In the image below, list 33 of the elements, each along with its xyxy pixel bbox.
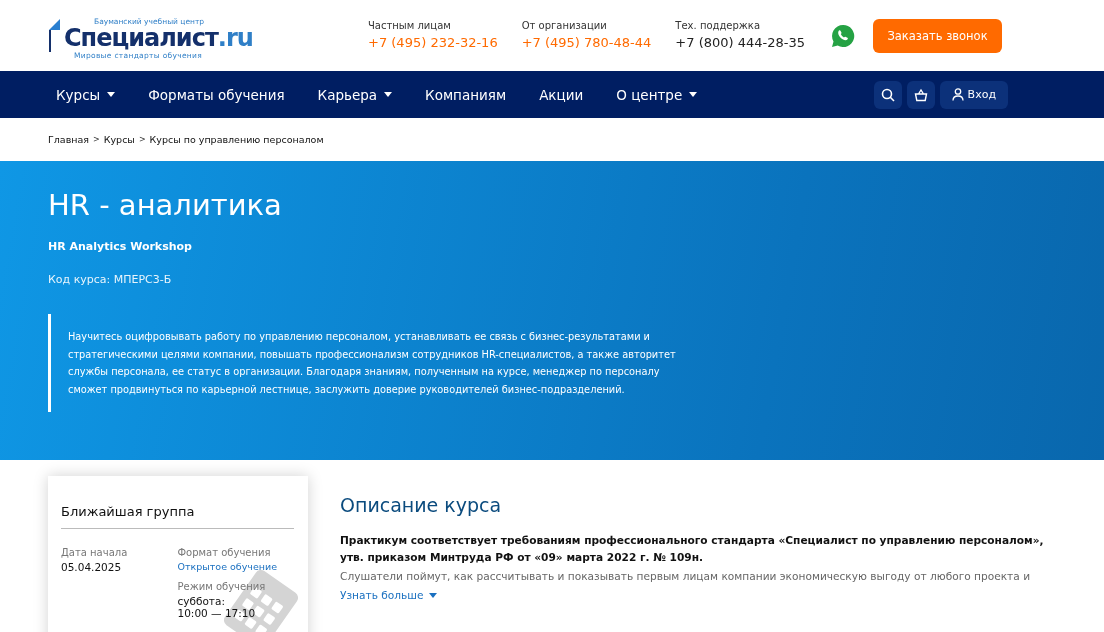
- logo-wordmark[interactable]: Специалист.ru: [64, 25, 253, 51]
- schedule-time: 10:00 — 17:10: [177, 607, 257, 619]
- contact-label: Частным лицам: [368, 18, 452, 33]
- phone-link[interactable]: +7 (800) 444-28-35: [675, 32, 805, 53]
- contact-label: Тех. поддержка: [675, 18, 762, 33]
- breadcrumb-separator: >: [138, 135, 146, 144]
- start-date: 05.04.2025: [61, 561, 123, 573]
- nav-item[interactable]: О центре: [608, 86, 698, 103]
- description-text: Слушатели поймут, как рассчитывать и показывать первым лицам компании экономическую выгоду от любого проекта и: [340, 569, 1032, 584]
- breadcrumb-link[interactable]: Главная: [48, 134, 90, 145]
- start-date-label: Дата начала: [61, 547, 129, 558]
- section-title: Описание курса: [340, 494, 503, 516]
- nav-item[interactable]: Акции: [531, 86, 584, 103]
- course-title: HR - аналитика: [48, 187, 283, 223]
- nav-item[interactable]: Курсы: [48, 86, 116, 103]
- learn-more-link[interactable]: Узнать больше: [340, 589, 437, 601]
- course-code: Код курса: МПЕРС3-Б: [48, 273, 173, 286]
- contact-label: От организации: [521, 18, 608, 33]
- breadcrumb-link[interactable]: Курсы: [103, 134, 135, 145]
- course-subtitle: HR Analytics Workshop: [48, 240, 193, 253]
- card-title: Ближайшая группа: [61, 504, 294, 529]
- schedule-day: суббота:: [177, 595, 294, 607]
- login-button[interactable]: Вход: [939, 80, 1008, 109]
- nav-item[interactable]: Форматы обучения: [140, 86, 285, 103]
- nav-item[interactable]: Карьера: [309, 86, 393, 103]
- format-label: Формат обучения: [177, 547, 272, 558]
- mode-label: Режим обучения: [177, 581, 267, 592]
- breadcrumb-separator: >: [93, 135, 100, 144]
- breadcrumb-link[interactable]: Курсы по управлению персоналом: [149, 134, 324, 145]
- lead-paragraph: Практикум соответствует требованиям профессионального стандарта «Специалист по управлению персоналом», утв. приказом Минтруда РФ от «09» марта 2022 г. № 109н.: [340, 533, 1045, 565]
- nav-item[interactable]: Компаниям: [417, 86, 507, 103]
- format-link[interactable]: Открытое обучение: [177, 561, 294, 572]
- course-summary: Научитесь оцифровывать работу по управлению персоналом, устанавливать ее связь с бизнес-результатами и стратегическими целями компании, повышать профессионализм сотрудников HR-специалистов, а также авторитет службы персонала, ее статус в организации. Благодаря знаниям, полученным на курсе, менеджер по персоналу сможет продвинуться по карьерной лестнице, заслужить доверие руководителей бизнес-подразделений.: [48, 314, 678, 412]
